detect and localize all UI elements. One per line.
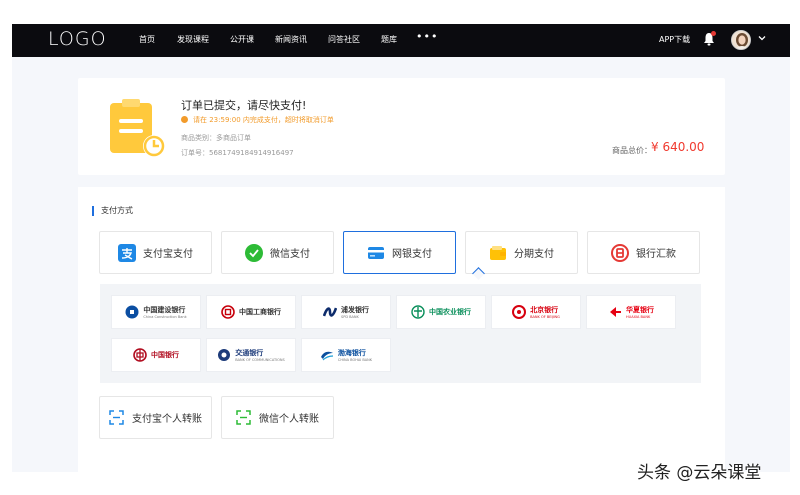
transfer-wechat-personal[interactable]: 微信个人转账 [221, 396, 334, 439]
bank-list-panel: 中国建设银行 China Construction Bank 中国工商银行 浦发银… [100, 284, 701, 383]
order-summary-card: 订单已提交，请尽快支付! 请在 23:59:00 内完成支付，超时将取消订单 商… [78, 78, 725, 175]
bank-ccb[interactable]: 中国建设银行 China Construction Bank [111, 295, 201, 329]
order-title: 订单已提交，请尽快支付! [181, 99, 307, 112]
chevron-down-icon[interactable] [757, 33, 767, 43]
card-icon [368, 246, 384, 259]
wallet-icon [490, 245, 506, 260]
order-warning: 请在 23:59:00 内完成支付，超时将取消订单 [181, 115, 334, 125]
abc-logo [411, 305, 425, 319]
pay-method-installment[interactable]: 分期支付 [465, 231, 578, 274]
payment-card: 支付方式 支付宝支付 微信支付 网银支付 分期支付 银行汇款 中国建设银行 Ch… [78, 187, 725, 472]
bank-icon [611, 243, 629, 262]
pay-method-label: 网银支付 [392, 249, 432, 260]
bank-boc[interactable]: 中国银行 [111, 338, 201, 372]
order-type: 商品类别：多商品订单 [181, 134, 251, 142]
nav-more-icon[interactable]: ••• [416, 30, 438, 43]
bocom-logo [218, 349, 231, 361]
bank-subname: China Construction Bank [143, 315, 187, 319]
pay-method-online-bank[interactable]: 网银支付 [343, 231, 456, 274]
pay-method-label: 微信支付 [270, 249, 310, 260]
total-price: ¥ 640.00 [651, 140, 705, 154]
pay-method-label: 分期支付 [514, 249, 554, 260]
nav-item-news[interactable]: 新闻资讯 [275, 34, 307, 45]
logo[interactable]: LOGO [48, 28, 107, 50]
transfer-alipay-personal[interactable]: 支付宝个人转账 [99, 396, 212, 439]
icbc-logo [221, 305, 235, 319]
notification-dot [711, 31, 716, 36]
nav-item-home[interactable]: 首页 [139, 34, 155, 45]
bank-bocom[interactable]: 交通银行 BANK OF COMMUNICATIONS [206, 338, 296, 372]
top-navbar: LOGO 首页 发现课程 公开课 新闻资讯 问答社区 题库 ••• APP下载 [12, 24, 790, 57]
bank-name: 浦发银行 [341, 306, 369, 314]
avatar[interactable] [731, 30, 751, 50]
bank-name: 中国农业银行 [429, 308, 471, 316]
scan-icon [236, 410, 251, 425]
nav-item-open-course[interactable]: 公开课 [230, 34, 254, 45]
scan-icon [109, 410, 124, 425]
bank-name: 渤海银行 [337, 349, 366, 357]
bank-name: 中国工商银行 [239, 308, 281, 316]
bank-cbhb[interactable]: 渤海银行 CHINA BOHAI BANK [301, 338, 391, 372]
bank-name: 交通银行 [235, 349, 264, 357]
bank-name: 中国银行 [151, 351, 179, 359]
boc-logo [133, 348, 147, 362]
payment-heading: 支付方式 [92, 206, 133, 216]
pay-method-alipay[interactable]: 支付宝支付 [99, 231, 212, 274]
bank-hxb[interactable]: 华夏银行 HUAXIA BANK [586, 295, 676, 329]
bank-abc[interactable]: 中国农业银行 [396, 295, 486, 329]
bank-bob[interactable]: 北京银行 BANK OF BEIJING [491, 295, 581, 329]
nav-item-questions[interactable]: 题库 [381, 34, 397, 45]
pay-method-wechat[interactable]: 微信支付 [221, 231, 334, 274]
transfer-label: 微信个人转账 [259, 414, 319, 425]
bank-subname: SPD BANK [341, 315, 359, 319]
wechat-icon [245, 243, 263, 262]
pay-method-label: 银行汇款 [636, 249, 676, 260]
bank-subname: BANK OF COMMUNICATIONS [235, 358, 285, 362]
cbhb-logo [320, 351, 333, 361]
alipay-icon [118, 243, 136, 262]
bank-spdb[interactable]: 浦发银行 SPD BANK [301, 295, 391, 329]
bank-icbc[interactable]: 中国工商银行 [206, 295, 296, 329]
bank-name: 中国建设银行 [143, 306, 186, 314]
bank-name: 北京银行 [530, 306, 559, 314]
pay-method-bank-transfer[interactable]: 银行汇款 [587, 231, 700, 274]
app-download-link[interactable]: APP下载 [659, 34, 690, 45]
bank-subname: CHINA BOHAI BANK [337, 358, 373, 362]
nav-item-discover[interactable]: 发现课程 [177, 34, 209, 45]
ccb-logo [125, 305, 139, 319]
pay-method-label: 支付宝支付 [143, 249, 193, 260]
hxb-logo [610, 307, 621, 317]
order-warning-text: 请在 23:59:00 内完成支付，超时将取消订单 [193, 116, 334, 124]
watermark: 头条 @云朵课堂 [637, 463, 762, 483]
warning-icon [181, 116, 188, 123]
avatar-image [732, 31, 750, 49]
spdb-logo [323, 307, 337, 317]
total-label: 商品总价： [612, 146, 652, 155]
bank-subname: BANK OF BEIJING [530, 315, 560, 319]
bob-logo [512, 305, 527, 319]
bank-name: 华夏银行 [626, 306, 654, 314]
transfer-label: 支付宝个人转账 [132, 414, 202, 425]
bank-subname: HUAXIA BANK [626, 315, 651, 319]
order-number: 订单号：5681749184914916497 [181, 149, 294, 157]
nav-item-qa[interactable]: 问答社区 [328, 34, 360, 45]
clipboard-clock-icon [110, 99, 165, 157]
